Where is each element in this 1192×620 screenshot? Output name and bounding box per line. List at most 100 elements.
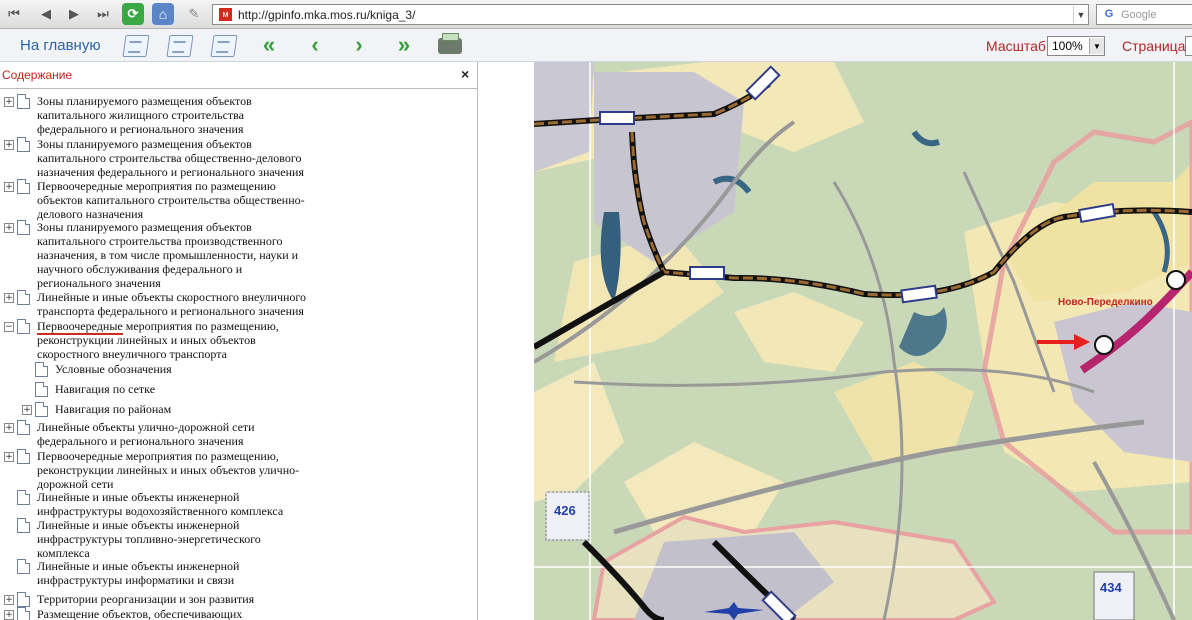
- contents-item-label[interactable]: Зоны планируемого размещения объектов: [37, 137, 252, 151]
- edit-icon[interactable]: ✎: [183, 3, 205, 25]
- contents-item-label[interactable]: регионального значения: [37, 276, 161, 290]
- sheet-label-426[interactable]: 426: [554, 503, 576, 518]
- chevron-down-icon[interactable]: ▼: [1089, 38, 1104, 54]
- map-viewport[interactable]: Ново-Переделкино 426 434: [478, 62, 1192, 620]
- contents-item-label[interactable]: инфраструктуры топливно-энергетического: [37, 532, 261, 546]
- contents-item-label[interactable]: Линейные и иные объекты скоростного внеу…: [37, 290, 306, 304]
- contents-item[interactable]: Линейные и иные объекты инженерной инфрас…: [0, 490, 470, 518]
- contents-item-label[interactable]: назначения федерального и регионального …: [37, 165, 304, 179]
- contents-item-label[interactable]: реконструкции линейных и иных объектов: [37, 333, 256, 347]
- back-icon[interactable]: ⏮: [3, 3, 25, 25]
- home-link[interactable]: На главную: [20, 37, 101, 54]
- contents-item[interactable]: + Зоны планируемого размещения объектов ка…: [0, 137, 470, 179]
- google-icon: G: [1104, 7, 1114, 20]
- grid-document-icon[interactable]: [210, 35, 238, 57]
- expand-icon[interactable]: +: [4, 423, 14, 433]
- contents-item-label[interactable]: Линейные и иные объекты инженерной: [37, 490, 239, 504]
- expand-icon[interactable]: +: [4, 223, 14, 233]
- contents-item-label[interactable]: назначения, в том числе промышленности, …: [37, 248, 298, 262]
- contents-item-label[interactable]: Размещение объектов, обеспечивающих: [37, 607, 242, 620]
- contents-item-label[interactable]: Первоочередные мероприятия по размещению: [37, 179, 276, 193]
- page-icon: [17, 490, 30, 505]
- contents-item-label[interactable]: Линейные объекты улично-дорожной сети: [37, 420, 255, 434]
- contents-item[interactable]: Линейные и иные объекты инженерной инфрас…: [0, 518, 470, 560]
- expand-icon[interactable]: +: [22, 405, 32, 415]
- contents-item[interactable]: + Территории реорганизации и зон развития: [0, 592, 470, 607]
- next-icon[interactable]: ⏭: [92, 3, 114, 25]
- contents-item-label[interactable]: делового назначения: [37, 207, 143, 221]
- page-icon: [17, 94, 30, 109]
- map-image[interactable]: Ново-Переделкино 426 434: [534, 62, 1192, 620]
- contents-item[interactable]: + Зоны планируемого размещения объектов ка…: [0, 220, 470, 290]
- contents-item-label[interactable]: объектов капитального строительства обще…: [37, 193, 305, 207]
- contents-item-label[interactable]: Первоочередные мероприятия по размещению…: [37, 319, 279, 335]
- address-bar[interactable]: м http://gpinfo.mka.mos.ru/kniga_3/ ▼: [212, 4, 1089, 25]
- contents-item[interactable]: + Первоочередные мероприятия по размещени…: [0, 179, 470, 221]
- next-page-icon[interactable]: ›: [348, 34, 370, 56]
- contents-item-label[interactable]: Линейные и иные объекты инженерной: [37, 518, 239, 532]
- contents-item[interactable]: Условные обозначения: [0, 362, 470, 377]
- reload-icon[interactable]: ⟳: [122, 3, 144, 25]
- contents-item-label[interactable]: Условные обозначения: [55, 362, 172, 376]
- search-placeholder[interactable]: Google: [1121, 9, 1156, 21]
- contents-item[interactable]: + Размещение объектов, обеспечивающих: [0, 607, 470, 620]
- home-icon[interactable]: ⌂: [152, 3, 174, 25]
- contents-item-label[interactable]: Навигация по районам: [55, 402, 171, 416]
- scale-select[interactable]: 100% ▼: [1047, 36, 1105, 56]
- contents-item-label[interactable]: инфраструктуры информатики и связи: [37, 573, 234, 587]
- contents-item-label[interactable]: комплекса: [37, 546, 90, 560]
- prev-page-icon[interactable]: ‹: [304, 34, 326, 56]
- page-icon: [17, 290, 30, 305]
- printer-icon[interactable]: [438, 33, 462, 54]
- scale-value[interactable]: 100%: [1048, 39, 1089, 53]
- contents-item-label[interactable]: скоростного внеуличного транспорта: [37, 347, 227, 361]
- url-text[interactable]: http://gpinfo.mka.mos.ru/kniga_3/: [238, 8, 1073, 22]
- url-dropdown-icon[interactable]: ▼: [1073, 6, 1088, 23]
- contents-item[interactable]: − Первоочередные мероприятия по размещени…: [0, 319, 470, 361]
- contents-item[interactable]: + Навигация по районам: [0, 402, 470, 417]
- expand-icon[interactable]: +: [4, 293, 14, 303]
- contents-item-label[interactable]: Первоочередные мероприятия по размещению…: [37, 449, 279, 463]
- sheet-label-434[interactable]: 434: [1100, 580, 1122, 595]
- contents-item[interactable]: + Первоочередные мероприятия по размещени…: [0, 449, 470, 491]
- contents-item-label[interactable]: Территории реорганизации и зон развития: [37, 592, 254, 606]
- contents-item-label[interactable]: Зоны планируемого размещения объектов: [37, 220, 252, 234]
- expand-icon[interactable]: +: [4, 610, 14, 620]
- list-icon[interactable]: [166, 35, 194, 57]
- contents-item-label[interactable]: капитального жилищного строительства: [37, 108, 244, 122]
- contents-item[interactable]: + Зоны планируемого размещения объектов ка…: [0, 94, 470, 136]
- contents-item-label[interactable]: Линейные и иные объекты инженерной: [37, 559, 239, 573]
- contents-item-label[interactable]: капитального строительства общественно-д…: [37, 151, 302, 165]
- contents-item-label[interactable]: научного обслуживания федерального и: [37, 262, 242, 276]
- collapse-icon[interactable]: −: [4, 322, 14, 332]
- contents-item[interactable]: + Линейные и иные объекты скоростного вне…: [0, 290, 470, 318]
- contents-item-label[interactable]: реконструкции линейных и иных объектов у…: [37, 463, 299, 477]
- close-icon[interactable]: ×: [461, 66, 469, 82]
- first-page-icon[interactable]: «: [258, 34, 280, 56]
- contents-item-label[interactable]: капитального строительства производствен…: [37, 234, 282, 248]
- contents-item-label[interactable]: федерального и регионального значения: [37, 122, 244, 136]
- prev-icon[interactable]: ◀: [35, 3, 57, 25]
- expand-icon[interactable]: +: [4, 140, 14, 150]
- contents-item[interactable]: + Линейные объекты улично-дорожной сети фе…: [0, 420, 470, 448]
- search-box[interactable]: G Google: [1096, 4, 1192, 25]
- expand-icon[interactable]: +: [4, 97, 14, 107]
- expand-icon[interactable]: +: [4, 182, 14, 192]
- contents-item-label[interactable]: федерального и регионального значения: [37, 434, 244, 448]
- forward-icon[interactable]: ▶: [63, 3, 85, 25]
- contents-panel: Содержание × + Зоны планируемого размещен…: [0, 62, 478, 620]
- last-page-icon[interactable]: »: [393, 34, 415, 56]
- contents-item-label[interactable]: дорожной сети: [37, 477, 113, 491]
- expand-icon[interactable]: +: [4, 595, 14, 605]
- contents-item[interactable]: Навигация по сетке: [0, 382, 470, 397]
- page-select[interactable]: [1185, 36, 1192, 56]
- page-icon: [17, 420, 30, 435]
- document-icon[interactable]: [122, 35, 150, 57]
- contents-item-label[interactable]: транспорта федерального и регионального …: [37, 304, 304, 318]
- contents-item[interactable]: Линейные и иные объекты инженерной инфрас…: [0, 559, 470, 587]
- contents-item-label[interactable]: Зоны планируемого размещения объектов: [37, 94, 252, 108]
- contents-item-label[interactable]: Навигация по сетке: [55, 382, 155, 396]
- contents-header: Содержание ×: [0, 62, 477, 89]
- expand-icon[interactable]: +: [4, 452, 14, 462]
- contents-item-label[interactable]: инфраструктуры водохозяйственного компле…: [37, 504, 283, 518]
